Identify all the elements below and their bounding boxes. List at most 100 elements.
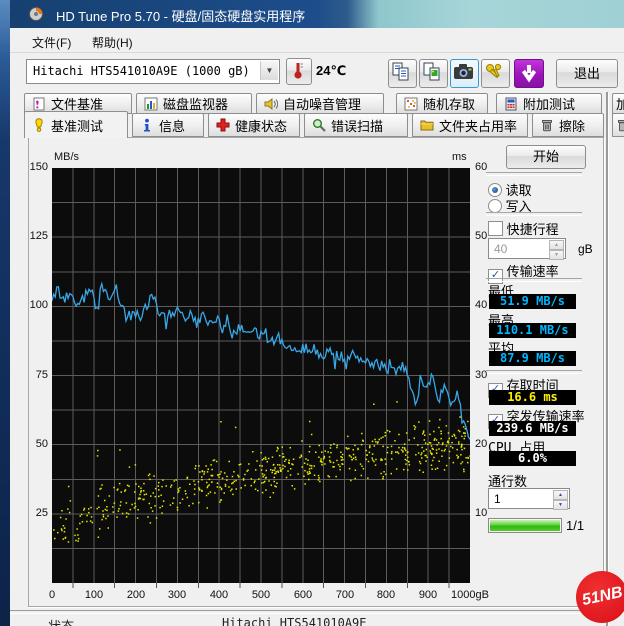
stepper-value: 1 [494, 492, 501, 506]
access-time-value: 16.6 ms [489, 390, 576, 405]
exit-button[interactable]: 退出 [556, 59, 618, 88]
axis-tick-label: 125 [16, 230, 48, 242]
tab-benchmark[interactable]: 基准测试 [24, 111, 128, 138]
start-button[interactable]: 开始 [506, 145, 586, 169]
benchmark-chart [52, 168, 470, 590]
thermometer-icon [287, 59, 309, 82]
tab-label: 磁盘监视器 [163, 94, 228, 113]
options-button[interactable] [481, 59, 510, 88]
camera-icon [451, 60, 476, 85]
app-icon [28, 6, 44, 22]
tab-label: 随机存取 [423, 94, 475, 113]
cpu-usage-value: 6.0% [489, 451, 576, 466]
radio-selected-icon[interactable] [488, 183, 502, 197]
benchmark-icon [32, 118, 46, 132]
stepper-up-icon[interactable]: ▲ [553, 490, 568, 500]
screenshot-button[interactable] [450, 59, 479, 88]
stepper-value: 40 [494, 242, 507, 256]
chevron-down-icon[interactable]: ▼ [260, 61, 278, 80]
axis-tick-label: 50 [16, 438, 48, 450]
download-arrow-icon [515, 60, 543, 87]
radio-icon[interactable] [488, 199, 502, 213]
disk-monitor-icon [144, 97, 158, 111]
window-left-border [0, 0, 10, 626]
copy-text-icon [389, 60, 414, 85]
y-right-unit: ms [452, 151, 467, 163]
menubar: 文件(F) 帮助(H) [10, 28, 624, 53]
transfer-rate-label: 传输速率 [507, 264, 559, 279]
max-value: 110.1 MB/s [489, 323, 576, 338]
random-access-icon [404, 97, 418, 111]
file-benchmark-icon [32, 97, 46, 111]
tab-folder-usage[interactable]: 文件夹占用率 [412, 113, 528, 137]
copy-image-button[interactable] [419, 59, 448, 88]
watermark-text: 51NB [580, 584, 624, 610]
statusbar-divider [10, 610, 624, 614]
statusbar-label: 状态 [48, 616, 74, 626]
erase-icon [540, 118, 554, 132]
stepper-down-icon[interactable]: ▼ [553, 500, 568, 510]
axis-tick-label: 20 [475, 438, 505, 450]
info-icon [140, 118, 154, 132]
axis-tick-label: 40 [475, 299, 505, 311]
tab-partial-background[interactable]: 加 [612, 93, 624, 114]
axis-tick-label: 60 [475, 161, 505, 173]
tab-health[interactable]: 健康状态 [208, 113, 300, 137]
folder-usage-icon [420, 118, 434, 132]
tab-label: 加 [616, 94, 624, 113]
tab-label: 附加测试 [523, 94, 575, 113]
tab-error-scan[interactable]: 错误扫描 [304, 113, 408, 137]
health-icon [216, 118, 230, 132]
short-stroke-label: 快捷行程 [507, 222, 559, 237]
statusbar-drive: Hitachi HTS541010A9E [222, 616, 367, 626]
tab-label: 擦除 [559, 116, 585, 135]
avg-value: 87.9 MB/s [489, 351, 576, 366]
stepper-up-icon[interactable]: ▲ [549, 240, 564, 250]
menu-help[interactable]: 帮助(H) [88, 32, 137, 53]
51nb-watermark: 51NB [576, 571, 624, 623]
tab-label: 文件夹占用率 [439, 116, 517, 135]
axis-tick-label: 25 [16, 507, 48, 519]
tab-random-access[interactable]: 随机存取 [396, 93, 488, 114]
axis-tick-label: 50 [475, 230, 505, 242]
tab-disk-monitor[interactable]: 磁盘监视器 [136, 93, 252, 114]
extra-tests-icon [504, 97, 518, 111]
titlebar[interactable]: HD Tune Pro 5.70 - 硬盘/固态硬盘实用程序 [10, 0, 624, 28]
temperature-button[interactable] [286, 58, 312, 85]
progress-text: 1/1 [566, 518, 584, 533]
divider [486, 212, 582, 216]
temperature-value: 24℃ [316, 63, 346, 79]
drive-select[interactable]: Hitachi HTS541010A9E (1000 gB) ▼ [26, 59, 280, 84]
tab-info[interactable]: 信息 [132, 113, 204, 137]
gb-unit-label: gB [578, 242, 593, 256]
tab-aam[interactable]: 自动噪音管理 [256, 93, 384, 114]
stepper-down-icon[interactable]: ▼ [549, 250, 564, 260]
axis-tick-label: 150 [16, 161, 48, 173]
aam-icon [264, 97, 278, 111]
tab-label: 信息 [159, 116, 185, 135]
pass-count-stepper[interactable]: 1 ▲▼ [488, 488, 570, 509]
axis-tick-label: 10 [475, 507, 505, 519]
erase-icon [616, 118, 624, 132]
window-right-edge [606, 92, 608, 626]
axis-tick-label: 30 [475, 369, 505, 381]
tab-label: 错误扫描 [331, 116, 383, 135]
app-window: HD Tune Pro 5.70 - 硬盘/固态硬盘实用程序 文件(F) 帮助(… [0, 0, 624, 626]
axis-tick-label: 100 [16, 299, 48, 311]
options-keys-icon [482, 60, 507, 85]
tab-partial-background-2[interactable] [612, 113, 624, 137]
progress-bar [488, 518, 562, 533]
burst-rate-value: 239.6 MB/s [489, 421, 576, 436]
copy-text-button[interactable] [388, 59, 417, 88]
axis-tick-label: 75 [16, 369, 48, 381]
y-left-unit: MB/s [54, 151, 79, 163]
drive-select-value: Hitachi HTS541010A9E (1000 gB) [33, 64, 250, 78]
error-scan-icon [312, 118, 326, 132]
tab-erase[interactable]: 擦除 [532, 113, 604, 137]
download-button[interactable] [514, 59, 544, 88]
menu-file[interactable]: 文件(F) [28, 32, 75, 53]
tab-extra-tests[interactable]: 附加测试 [496, 93, 602, 114]
tab-label: 基准测试 [51, 116, 103, 135]
tab-label: 自动噪音管理 [283, 94, 361, 113]
tab-label: 健康状态 [235, 116, 287, 135]
